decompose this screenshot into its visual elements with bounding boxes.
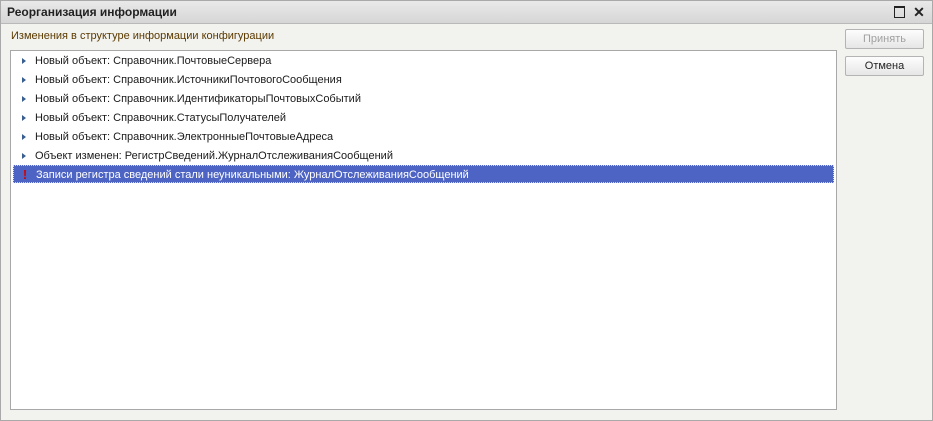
expand-triangle-icon[interactable] bbox=[19, 128, 29, 146]
maximize-icon[interactable] bbox=[891, 4, 907, 20]
list-item[interactable]: Новый объект: Справочник.СтатусыПолучате… bbox=[13, 109, 834, 127]
list-item-text: Новый объект: Справочник.ИсточникиПочтов… bbox=[35, 74, 342, 86]
expand-triangle-icon[interactable] bbox=[19, 147, 29, 165]
warning-exclamation-icon: ! bbox=[22, 167, 28, 182]
expand-triangle-icon[interactable] bbox=[19, 109, 29, 127]
list-item-text: Новый объект: Справочник.ПочтовыеСервера bbox=[35, 55, 272, 67]
cancel-button[interactable]: Отмена bbox=[845, 56, 924, 76]
window-title: Реорганизация информации bbox=[7, 5, 177, 19]
list-item[interactable]: Объект изменен: РегистрСведений.ЖурналОт… bbox=[13, 147, 834, 165]
list-item-selected[interactable]: ! Записи регистра сведений стали неуника… bbox=[13, 165, 834, 183]
expand-triangle-icon[interactable] bbox=[19, 71, 29, 89]
list-item[interactable]: Новый объект: Справочник.ИдентификаторыП… bbox=[13, 90, 834, 108]
list-item-text: Новый объект: Справочник.ЭлектронныеПочт… bbox=[35, 131, 334, 143]
list-item-text: Новый объект: Справочник.ИдентификаторыП… bbox=[35, 93, 361, 105]
expand-triangle-icon[interactable] bbox=[19, 90, 29, 108]
close-icon[interactable]: ✕ bbox=[911, 4, 927, 20]
list-item-text: Записи регистра сведений стали неуникаль… bbox=[36, 169, 469, 181]
title-bar[interactable]: Реорганизация информации ✕ bbox=[1, 1, 932, 24]
list-item[interactable]: Новый объект: Справочник.ИсточникиПочтов… bbox=[13, 71, 834, 89]
list-item[interactable]: Новый объект: Справочник.ПочтовыеСервера bbox=[13, 52, 834, 70]
changes-list[interactable]: Новый объект: Справочник.ПочтовыеСервера… bbox=[10, 50, 837, 410]
reorganization-dialog: Реорганизация информации ✕ Изменения в с… bbox=[0, 0, 933, 421]
changes-caption: Изменения в структуре информации конфигу… bbox=[11, 30, 275, 42]
list-item[interactable]: Новый объект: Справочник.ЭлектронныеПочт… bbox=[13, 128, 834, 146]
expand-triangle-icon[interactable] bbox=[19, 52, 29, 70]
accept-button[interactable]: Принять bbox=[845, 29, 924, 49]
list-item-text: Новый объект: Справочник.СтатусыПолучате… bbox=[35, 112, 287, 124]
list-item-text: Объект изменен: РегистрСведений.ЖурналОт… bbox=[35, 150, 393, 162]
